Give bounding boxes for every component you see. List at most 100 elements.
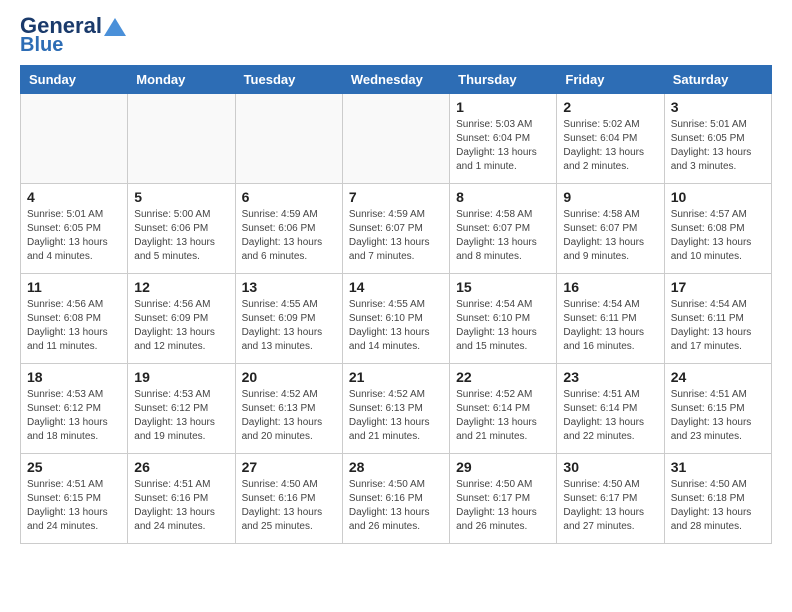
day-number: 17 <box>671 279 765 295</box>
calendar-cell: 14 Sunrise: 4:55 AM Sunset: 6:10 PM Dayli… <box>342 274 449 364</box>
week-row-2: 4Sunrise: 5:01 AM Sunset: 6:05 PM Daylig… <box>21 184 772 274</box>
day-info: Sunrise: 4:51 AM Sunset: 6:16 PM Dayligh… <box>134 478 228 534</box>
day-header-saturday: Saturday <box>664 66 771 94</box>
calendar-header: SundayMondayTuesdayWednesdayThursdayFrid… <box>21 66 772 94</box>
day-number: 27 <box>242 459 336 475</box>
day-info: Sunrise: 4:53 AM Sunset: 6:12 PM Dayligh… <box>27 388 121 444</box>
day-info: Sunrise: 4:51 AM Sunset: 6:15 PM Dayligh… <box>27 478 121 534</box>
header-row: SundayMondayTuesdayWednesdayThursdayFrid… <box>21 66 772 94</box>
day-info: Sunrise: 4:59 AM Sunset: 6:07 PM Dayligh… <box>349 208 443 264</box>
day-number: 18 <box>27 369 121 385</box>
calendar-cell: 22 Sunrise: 4:52 AM Sunset: 6:14 PM Dayli… <box>450 364 557 454</box>
calendar-cell: 8 Sunrise: 4:58 AM Sunset: 6:07 PM Daylig… <box>450 184 557 274</box>
calendar-table: SundayMondayTuesdayWednesdayThursdayFrid… <box>20 65 772 544</box>
calendar-cell <box>235 94 342 184</box>
calendar-cell: 10 Sunrise: 4:57 AM Sunset: 6:08 PM Dayli… <box>664 184 771 274</box>
calendar-cell: 11 Sunrise: 4:56 AM Sunset: 6:08 PM Dayli… <box>21 274 128 364</box>
day-number: 8 <box>456 189 550 205</box>
calendar-cell: 19 Sunrise: 4:53 AM Sunset: 6:12 PM Dayli… <box>128 364 235 454</box>
day-number: 14 <box>349 279 443 295</box>
day-header-wednesday: Wednesday <box>342 66 449 94</box>
week-row-1: 1 Sunrise: 5:03 AM Sunset: 6:04 PM Daylig… <box>21 94 772 184</box>
day-number: 25 <box>27 459 121 475</box>
day-info: Sunrise: 4:55 AM Sunset: 6:09 PM Dayligh… <box>242 298 336 354</box>
day-number: 28 <box>349 459 443 475</box>
day-number: 5 <box>134 189 228 205</box>
day-info: Sunrise: 4:50 AM Sunset: 6:16 PM Dayligh… <box>242 478 336 534</box>
day-info: Sunrise: 4:50 AM Sunset: 6:17 PM Dayligh… <box>563 478 657 534</box>
calendar-cell: 17 Sunrise: 4:54 AM Sunset: 6:11 PM Dayli… <box>664 274 771 364</box>
calendar-cell: 30 Sunrise: 4:50 AM Sunset: 6:17 PM Dayli… <box>557 454 664 544</box>
day-info: Sunrise: 4:58 AM Sunset: 6:07 PM Dayligh… <box>563 208 657 264</box>
day-info: Sunrise: 4:50 AM Sunset: 6:16 PM Dayligh… <box>349 478 443 534</box>
day-number: 1 <box>456 99 550 115</box>
calendar-cell: 7Sunrise: 4:59 AM Sunset: 6:07 PM Daylig… <box>342 184 449 274</box>
calendar-cell <box>128 94 235 184</box>
day-number: 30 <box>563 459 657 475</box>
day-number: 10 <box>671 189 765 205</box>
day-number: 6 <box>242 189 336 205</box>
calendar-cell: 2 Sunrise: 5:02 AM Sunset: 6:04 PM Daylig… <box>557 94 664 184</box>
day-info: Sunrise: 5:01 AM Sunset: 6:05 PM Dayligh… <box>27 208 121 264</box>
main-container: General Blue SundayMondayTuesdayWednesda… <box>0 0 792 559</box>
calendar-cell: 26 Sunrise: 4:51 AM Sunset: 6:16 PM Dayli… <box>128 454 235 544</box>
day-number: 31 <box>671 459 765 475</box>
day-number: 21 <box>349 369 443 385</box>
calendar-cell: 5 Sunrise: 5:00 AM Sunset: 6:06 PM Daylig… <box>128 184 235 274</box>
logo-arrow-icon <box>104 18 126 36</box>
day-info: Sunrise: 5:01 AM Sunset: 6:05 PM Dayligh… <box>671 118 765 174</box>
day-info: Sunrise: 4:59 AM Sunset: 6:06 PM Dayligh… <box>242 208 336 264</box>
day-info: Sunrise: 4:50 AM Sunset: 6:17 PM Dayligh… <box>456 478 550 534</box>
calendar-cell <box>21 94 128 184</box>
day-info: Sunrise: 4:54 AM Sunset: 6:10 PM Dayligh… <box>456 298 550 354</box>
day-number: 2 <box>563 99 657 115</box>
calendar-cell: 31 Sunrise: 4:50 AM Sunset: 6:18 PM Dayli… <box>664 454 771 544</box>
day-info: Sunrise: 4:58 AM Sunset: 6:07 PM Dayligh… <box>456 208 550 264</box>
logo-blue-text: Blue <box>20 35 126 55</box>
day-number: 26 <box>134 459 228 475</box>
day-info: Sunrise: 4:54 AM Sunset: 6:11 PM Dayligh… <box>563 298 657 354</box>
day-header-monday: Monday <box>128 66 235 94</box>
day-number: 22 <box>456 369 550 385</box>
day-info: Sunrise: 5:03 AM Sunset: 6:04 PM Dayligh… <box>456 118 550 174</box>
day-info: Sunrise: 4:57 AM Sunset: 6:08 PM Dayligh… <box>671 208 765 264</box>
day-header-friday: Friday <box>557 66 664 94</box>
day-number: 11 <box>27 279 121 295</box>
calendar-cell: 3 Sunrise: 5:01 AM Sunset: 6:05 PM Daylig… <box>664 94 771 184</box>
day-number: 9 <box>563 189 657 205</box>
day-info: Sunrise: 4:55 AM Sunset: 6:10 PM Dayligh… <box>349 298 443 354</box>
calendar-cell: 16Sunrise: 4:54 AM Sunset: 6:11 PM Dayli… <box>557 274 664 364</box>
week-row-5: 25 Sunrise: 4:51 AM Sunset: 6:15 PM Dayli… <box>21 454 772 544</box>
calendar-cell: 29Sunrise: 4:50 AM Sunset: 6:17 PM Dayli… <box>450 454 557 544</box>
calendar-cell: 4Sunrise: 5:01 AM Sunset: 6:05 PM Daylig… <box>21 184 128 274</box>
day-header-thursday: Thursday <box>450 66 557 94</box>
calendar-cell: 21 Sunrise: 4:52 AM Sunset: 6:13 PM Dayli… <box>342 364 449 454</box>
day-info: Sunrise: 4:51 AM Sunset: 6:14 PM Dayligh… <box>563 388 657 444</box>
day-info: Sunrise: 4:52 AM Sunset: 6:14 PM Dayligh… <box>456 388 550 444</box>
calendar-cell: 27 Sunrise: 4:50 AM Sunset: 6:16 PM Dayli… <box>235 454 342 544</box>
day-info: Sunrise: 4:53 AM Sunset: 6:12 PM Dayligh… <box>134 388 228 444</box>
day-info: Sunrise: 4:52 AM Sunset: 6:13 PM Dayligh… <box>349 388 443 444</box>
calendar-cell: 18 Sunrise: 4:53 AM Sunset: 6:12 PM Dayli… <box>21 364 128 454</box>
day-info: Sunrise: 4:56 AM Sunset: 6:09 PM Dayligh… <box>134 298 228 354</box>
day-number: 13 <box>242 279 336 295</box>
calendar-cell: 6 Sunrise: 4:59 AM Sunset: 6:06 PM Daylig… <box>235 184 342 274</box>
day-header-sunday: Sunday <box>21 66 128 94</box>
calendar-cell: 24Sunrise: 4:51 AM Sunset: 6:15 PM Dayli… <box>664 364 771 454</box>
calendar-cell: 23 Sunrise: 4:51 AM Sunset: 6:14 PM Dayli… <box>557 364 664 454</box>
day-number: 23 <box>563 369 657 385</box>
day-number: 12 <box>134 279 228 295</box>
day-number: 20 <box>242 369 336 385</box>
day-number: 24 <box>671 369 765 385</box>
day-number: 19 <box>134 369 228 385</box>
day-info: Sunrise: 4:54 AM Sunset: 6:11 PM Dayligh… <box>671 298 765 354</box>
day-info: Sunrise: 5:02 AM Sunset: 6:04 PM Dayligh… <box>563 118 657 174</box>
day-info: Sunrise: 4:50 AM Sunset: 6:18 PM Dayligh… <box>671 478 765 534</box>
calendar-cell <box>342 94 449 184</box>
day-info: Sunrise: 4:56 AM Sunset: 6:08 PM Dayligh… <box>27 298 121 354</box>
day-info: Sunrise: 4:52 AM Sunset: 6:13 PM Dayligh… <box>242 388 336 444</box>
day-info: Sunrise: 5:00 AM Sunset: 6:06 PM Dayligh… <box>134 208 228 264</box>
calendar-cell: 12 Sunrise: 4:56 AM Sunset: 6:09 PM Dayli… <box>128 274 235 364</box>
calendar-cell: 13 Sunrise: 4:55 AM Sunset: 6:09 PM Dayli… <box>235 274 342 364</box>
day-number: 3 <box>671 99 765 115</box>
